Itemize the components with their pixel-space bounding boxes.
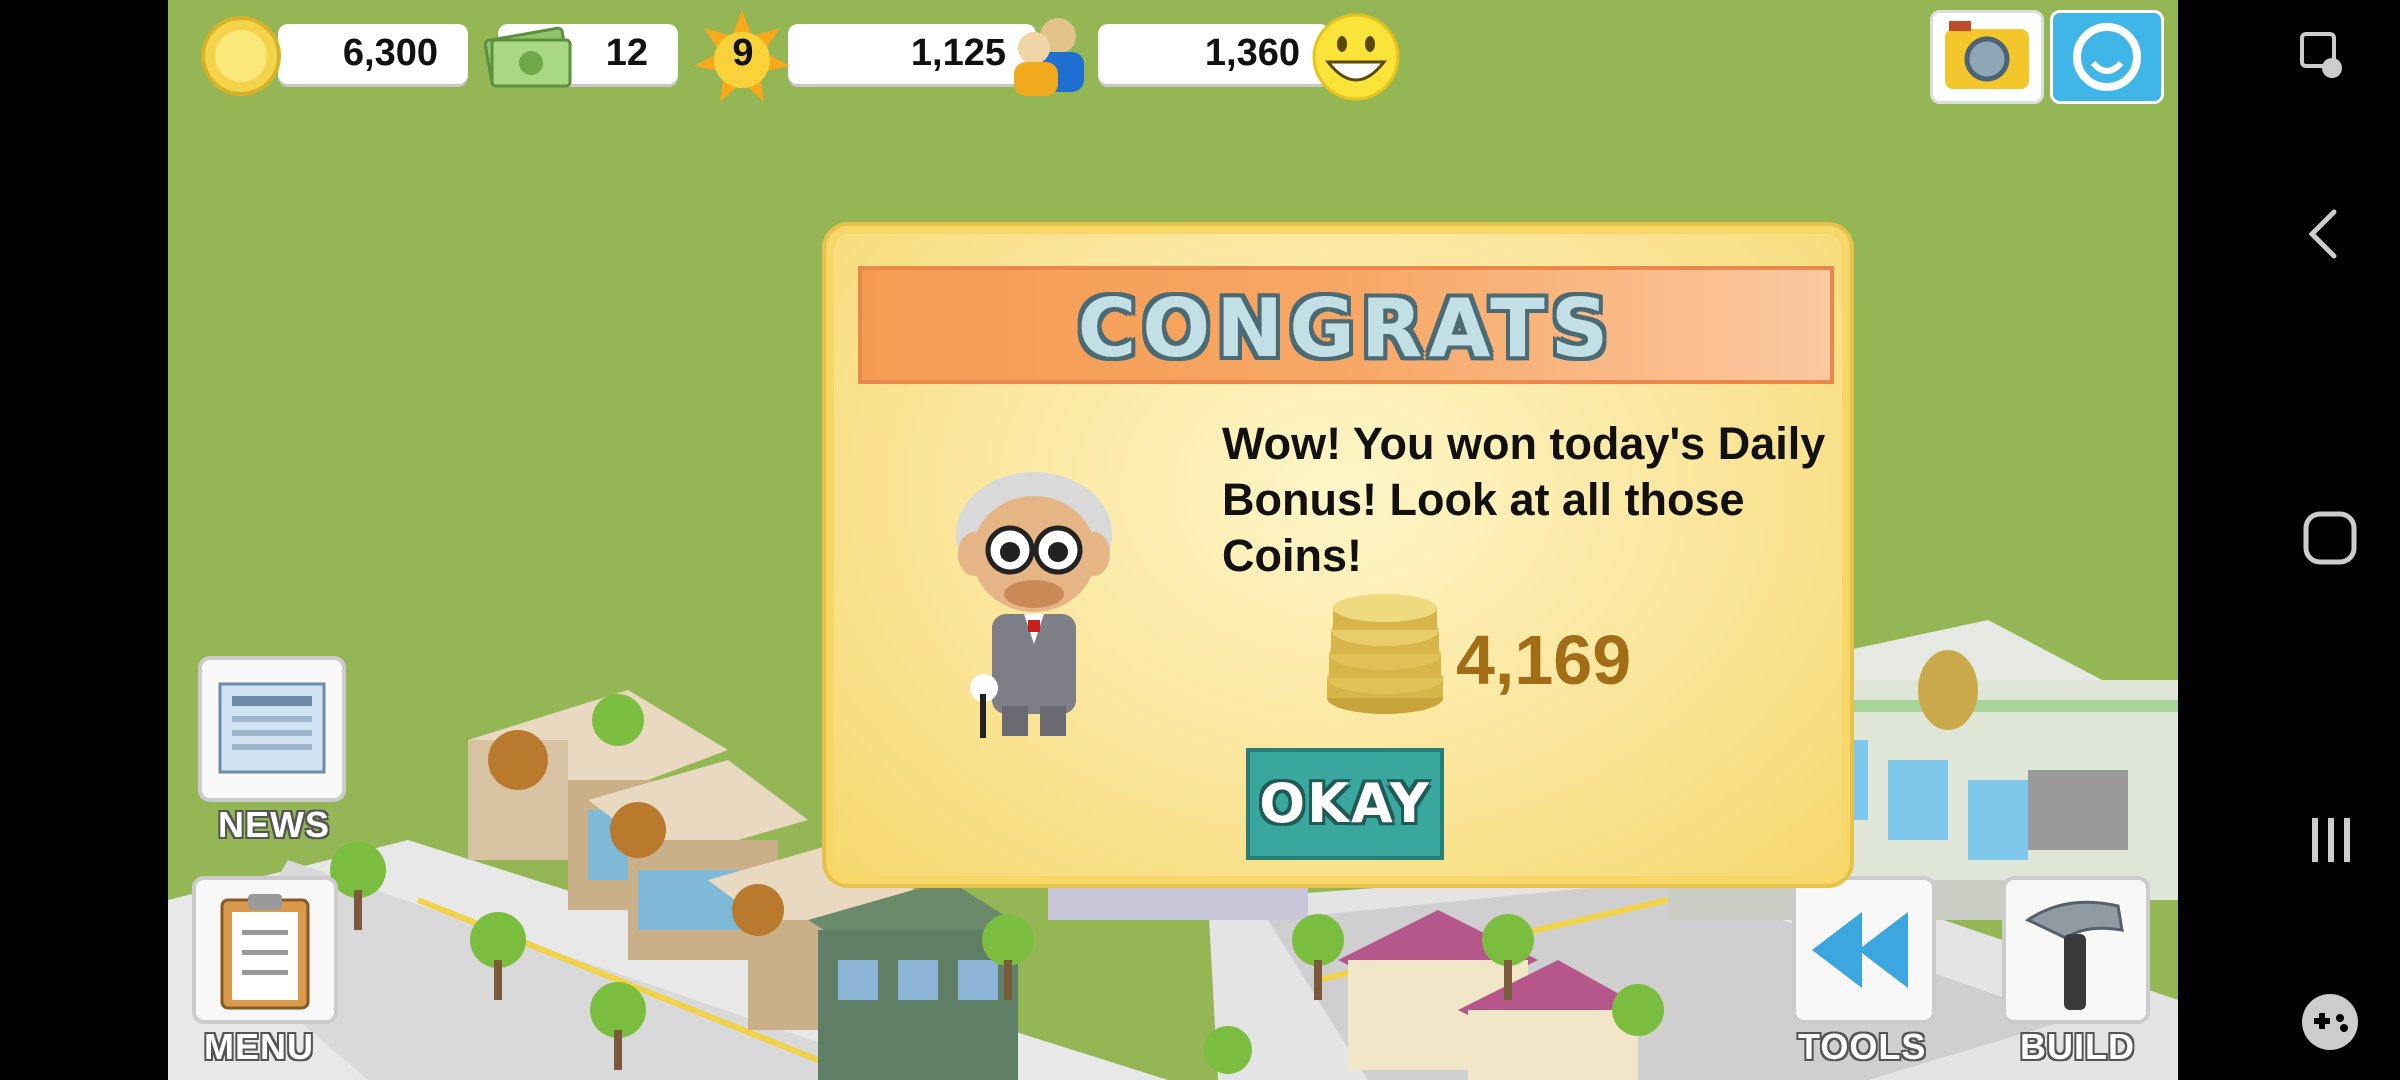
system-nav-bar bbox=[2178, 0, 2400, 1080]
experience-value: 1,125 bbox=[910, 32, 1006, 74]
share-button[interactable] bbox=[2050, 10, 2164, 104]
clipboard-icon bbox=[220, 894, 310, 1010]
coins-value: 6,300 bbox=[342, 32, 438, 74]
reward-amount: 4,169 bbox=[1456, 621, 1632, 699]
menu-button[interactable] bbox=[192, 876, 338, 1024]
rewind-icon bbox=[1812, 912, 1908, 988]
camera-button[interactable] bbox=[1930, 10, 2044, 104]
dialog-banner: CONGRATS bbox=[858, 266, 1834, 384]
population-icon bbox=[1014, 18, 1084, 96]
news-label: NEWS bbox=[218, 804, 330, 845]
tools-label: TOOLS bbox=[1798, 1026, 1927, 1067]
level-value: 9 bbox=[732, 32, 754, 74]
happiness-smiley-icon[interactable] bbox=[1310, 12, 1402, 102]
news-button[interactable] bbox=[198, 656, 346, 802]
dialog-body: CONGRATS Wow! You won today's Daily Bonu… bbox=[834, 234, 1842, 876]
dialog-message: Wow! You won today's Daily Bonus! Look a… bbox=[1222, 418, 1826, 581]
cash-value: 12 bbox=[605, 32, 648, 74]
coin-stack-icon bbox=[1327, 594, 1443, 714]
build-button[interactable] bbox=[2002, 876, 2150, 1024]
game-controller-icon[interactable] bbox=[2298, 990, 2362, 1054]
cash-icon bbox=[484, 26, 572, 88]
coin-icon bbox=[201, 16, 281, 96]
okay-label: OKAY bbox=[1259, 772, 1431, 835]
tools-button[interactable] bbox=[1792, 876, 1936, 1024]
daily-bonus-dialog: CONGRATS Wow! You won today's Daily Bonu… bbox=[826, 226, 1850, 884]
screen-pin-icon[interactable] bbox=[2298, 28, 2348, 88]
camera-icon bbox=[1945, 21, 2029, 89]
recents-icon[interactable] bbox=[2306, 814, 2358, 866]
menu-label: MENU bbox=[204, 1026, 314, 1067]
game-viewport[interactable]: 6,300 12 1,125 9 1,360 NEWS MENU TOOLS B… bbox=[168, 0, 2178, 1080]
dialog-title: CONGRATS bbox=[1077, 282, 1615, 375]
experience-counter: 1,125 bbox=[788, 24, 1036, 84]
okay-button[interactable]: OKAY bbox=[1246, 748, 1444, 860]
population-counter: 1,360 bbox=[1098, 24, 1330, 84]
share-icon bbox=[2073, 23, 2141, 91]
news-icon bbox=[218, 682, 326, 774]
build-label: BUILD bbox=[2020, 1026, 2135, 1067]
mascot-old-man bbox=[956, 472, 1112, 738]
hammer-icon bbox=[2024, 900, 2124, 1010]
back-icon[interactable] bbox=[2304, 206, 2344, 262]
home-icon[interactable] bbox=[2302, 510, 2358, 566]
population-value: 1,360 bbox=[1204, 32, 1300, 74]
coins-counter: 6,300 bbox=[278, 24, 468, 84]
